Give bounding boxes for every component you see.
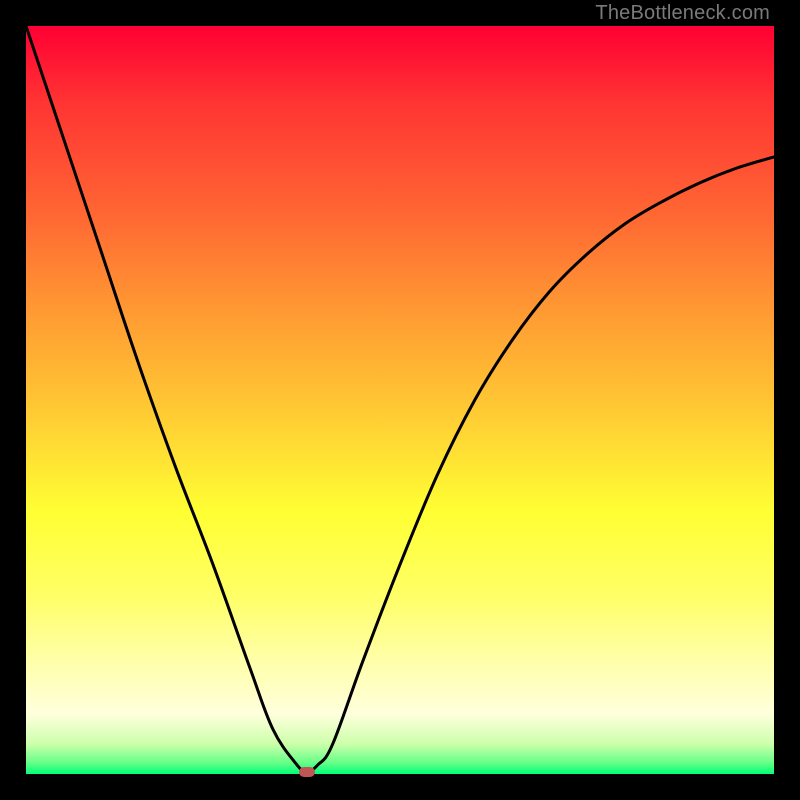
watermark-text: TheBottleneck.com [595,2,770,25]
chart-frame: TheBottleneck.com [0,0,800,800]
plot-area [26,26,774,774]
bottleneck-curve [26,26,774,774]
optimal-marker [299,767,315,777]
